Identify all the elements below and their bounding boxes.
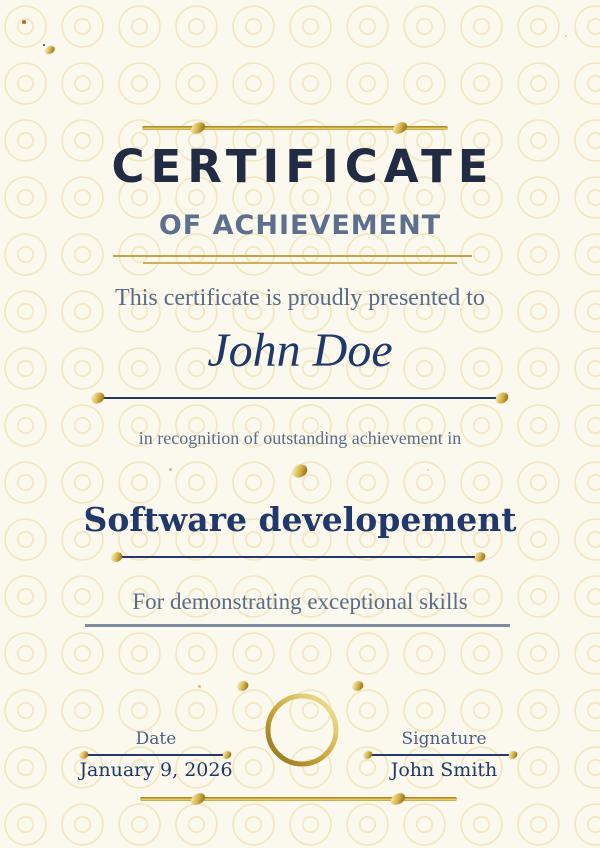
achievement-field: Software developement bbox=[83, 500, 517, 539]
recipient-underline bbox=[98, 397, 502, 399]
speck-dot bbox=[427, 469, 429, 471]
speck-dot bbox=[22, 20, 26, 24]
gold-bead-icon bbox=[507, 749, 519, 761]
speck-dot bbox=[43, 44, 45, 46]
signature-line bbox=[368, 754, 513, 756]
date-line bbox=[84, 754, 227, 756]
date-value: January 9, 2026 bbox=[79, 759, 233, 781]
gold-bead-icon bbox=[43, 44, 57, 56]
speck-dot bbox=[565, 35, 567, 37]
speck-dot bbox=[169, 468, 172, 471]
gold-bead-icon bbox=[351, 679, 365, 693]
gold-bead-icon bbox=[189, 120, 207, 136]
signature-value: John Smith bbox=[390, 759, 498, 781]
gold-seal-ring-icon bbox=[265, 693, 339, 767]
gold-bead-icon bbox=[362, 749, 374, 761]
gold-bead-icon bbox=[389, 791, 407, 807]
skills-underline bbox=[85, 624, 510, 627]
gold-bead-icon bbox=[290, 462, 310, 480]
subtitle-gold-rule-2 bbox=[143, 262, 457, 264]
certificate-title: CERTIFICATE bbox=[111, 140, 495, 193]
gold-bead-icon bbox=[493, 390, 511, 406]
certificate-page: CERTIFICATE OF ACHIEVEMENT This certific… bbox=[0, 0, 600, 848]
gold-bead-icon bbox=[110, 550, 124, 564]
signature-label: Signature bbox=[401, 729, 487, 749]
recognition-line: in recognition of outstanding achievemen… bbox=[138, 428, 462, 448]
speck-dot bbox=[198, 685, 201, 688]
gold-bead-icon bbox=[89, 390, 107, 406]
skills-line: For demonstrating exceptional skills bbox=[132, 589, 468, 614]
certificate-subtitle: OF ACHIEVEMENT bbox=[158, 210, 442, 241]
subtitle-gold-rule-1 bbox=[113, 255, 472, 257]
gold-bead-icon bbox=[189, 791, 207, 807]
date-label: Date bbox=[135, 729, 177, 749]
field-underline bbox=[117, 556, 480, 558]
gold-bead-icon bbox=[236, 679, 250, 693]
bottom-gold-divider bbox=[140, 797, 457, 801]
recipient-name: John Doe bbox=[207, 324, 393, 377]
gold-bead-icon bbox=[473, 550, 487, 564]
gold-bead-icon bbox=[391, 120, 409, 136]
presented-line: This certificate is proudly presented to bbox=[115, 285, 485, 311]
